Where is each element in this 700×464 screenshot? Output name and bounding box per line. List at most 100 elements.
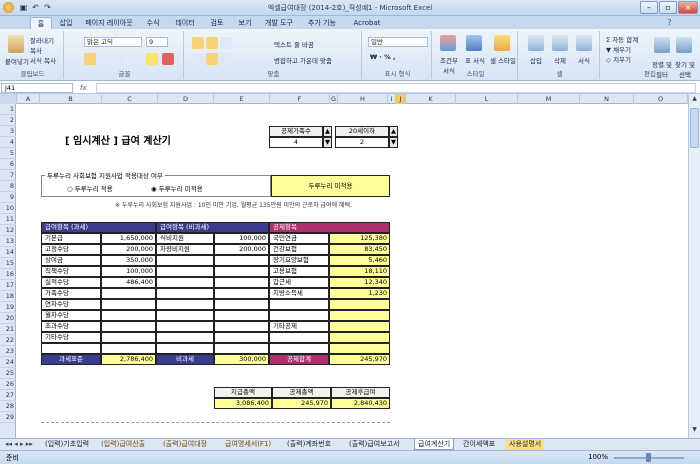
row-header[interactable]: 22 [0, 335, 16, 346]
tab-acrobat[interactable]: Acrobat [350, 17, 384, 29]
tab-addins[interactable]: 추가 기능 [305, 17, 339, 29]
tab-page-layout[interactable]: 페이지 레이아웃 [80, 17, 138, 29]
scroll-down-icon[interactable]: ▼ [690, 426, 699, 435]
row-header[interactable]: 29 [0, 412, 16, 423]
scroll-up-icon[interactable]: ▲ [690, 95, 699, 104]
column-header[interactable]: M [518, 94, 580, 104]
row-header[interactable]: 20 [0, 313, 16, 324]
cut-button[interactable]: 잘라내기 [30, 35, 54, 45]
row-value[interactable]: 200,000 [101, 244, 156, 255]
tab-home[interactable]: 홈 [30, 17, 52, 29]
merge-center-button[interactable]: 병합하고 가운데 맞춤 [274, 55, 332, 65]
row-value[interactable]: 350,000 [101, 255, 156, 266]
wrap-text-button[interactable]: 텍스트 줄 바꿈 [274, 39, 314, 49]
row-value[interactable] [329, 299, 390, 310]
row-value[interactable]: 486,400 [101, 277, 156, 288]
paste-button[interactable]: 붙여넣기 [5, 56, 29, 66]
radio-duru-apply[interactable]: ○ 두루누리 적용 [67, 183, 113, 193]
row-header[interactable]: 19 [0, 302, 16, 313]
close-button[interactable]: × [678, 1, 698, 14]
row-header[interactable]: 12 [0, 225, 16, 236]
row-value[interactable]: 83,450 [329, 244, 390, 255]
column-header[interactable]: F [270, 94, 330, 104]
row-value[interactable] [329, 310, 390, 321]
sheet-tab[interactable]: (출력)급여대장 [160, 439, 210, 450]
row-value[interactable] [101, 299, 156, 310]
bold-icon[interactable] [84, 53, 96, 65]
column-header[interactable]: C [102, 94, 158, 104]
column-header[interactable]: O [634, 94, 688, 104]
row-value[interactable] [214, 255, 269, 266]
sheet-tab[interactable]: 사용설명서 [506, 439, 545, 450]
row-value[interactable]: 100,000 [214, 233, 269, 244]
format-cells-button[interactable]: 서식 [578, 55, 590, 65]
column-header-selected[interactable]: J [396, 94, 406, 104]
currency-button[interactable]: ₩ · % , [370, 53, 395, 61]
autosum-button[interactable]: Σ 자동 합계 [606, 34, 638, 44]
row-value[interactable] [101, 332, 156, 343]
row-value[interactable] [214, 343, 269, 354]
clear-button[interactable]: ◇ 지우기 [606, 54, 631, 64]
row-value[interactable]: 12,340 [329, 277, 390, 288]
row-header[interactable]: 14 [0, 247, 16, 258]
zoom-level[interactable]: 100% [588, 453, 608, 461]
row-header[interactable]: 6 [0, 159, 16, 170]
copy-button[interactable]: 복사 [30, 45, 42, 55]
row-value[interactable] [214, 299, 269, 310]
row-value[interactable]: 125,380 [329, 233, 390, 244]
row-value[interactable] [214, 277, 269, 288]
help-icon[interactable]: ? [664, 17, 675, 28]
border-icon[interactable] [130, 53, 142, 65]
row-value[interactable] [214, 310, 269, 321]
column-header[interactable]: A [17, 94, 40, 104]
column-header[interactable]: D [158, 94, 214, 104]
table-format-button[interactable]: 표 서식 [464, 55, 486, 65]
row-header[interactable]: 10 [0, 203, 16, 214]
row-header[interactable]: 25 [0, 368, 16, 379]
fx-icon[interactable]: fx [80, 82, 87, 94]
row-header[interactable]: 11 [0, 214, 16, 225]
align-middle-icon[interactable] [206, 37, 218, 49]
align-bottom-icon[interactable] [220, 37, 232, 49]
row-header[interactable]: 2 [0, 115, 16, 126]
row-header[interactable]: 1 [0, 104, 16, 115]
row-value[interactable] [101, 321, 156, 332]
column-header[interactable]: E [214, 94, 270, 104]
spin-family-value[interactable]: 4 [269, 137, 323, 148]
row-header[interactable]: 8 [0, 181, 16, 192]
sheet-tab[interactable]: (출력)계좌번호 [284, 439, 334, 450]
underline-icon[interactable] [112, 53, 124, 65]
column-header[interactable]: K [406, 94, 456, 104]
align-center-icon[interactable] [206, 53, 218, 65]
row-value[interactable] [329, 321, 390, 332]
fill-color-icon[interactable] [146, 53, 158, 65]
row-value[interactable] [101, 343, 156, 354]
tab-nav-icon[interactable]: ◂◂ ◂ ▸ ▸▸ [2, 439, 36, 450]
tab-review[interactable]: 검토 [206, 17, 228, 29]
sheet-tab[interactable]: (출력)급여보고서 [346, 439, 403, 450]
row-value[interactable] [101, 310, 156, 321]
formula-input[interactable] [96, 83, 696, 93]
row-value[interactable] [101, 288, 156, 299]
radio-duru-not-apply[interactable]: ◉ 두루누리 미적용 [151, 183, 203, 193]
fill-button[interactable]: ▼ 채우기 [606, 44, 631, 54]
row-header[interactable]: 7 [0, 170, 16, 181]
row-value[interactable]: 1,230 [329, 288, 390, 299]
row-header[interactable]: 24 [0, 357, 16, 368]
tab-developer[interactable]: 개발 도구 [262, 17, 296, 29]
row-header[interactable]: 17 [0, 280, 16, 291]
align-right-icon[interactable] [220, 53, 232, 65]
sheet-tab[interactable]: (입력)급여산출 [98, 439, 148, 450]
column-header[interactable]: G [330, 94, 338, 104]
vertical-scrollbar[interactable]: ▲ ▼ [688, 94, 700, 438]
font-size-select[interactable]: 9 [146, 37, 168, 47]
column-header[interactable]: L [456, 94, 518, 104]
align-left-icon[interactable] [192, 53, 204, 65]
column-header[interactable]: N [580, 94, 634, 104]
spin-down-icon[interactable]: ▼ [323, 137, 332, 148]
row-value[interactable] [214, 332, 269, 343]
font-family-select[interactable]: 맑은 고딕 [84, 37, 142, 47]
tab-insert[interactable]: 삽입 [55, 17, 77, 29]
spin-up-icon[interactable]: ▲ [389, 126, 398, 137]
tab-formulas[interactable]: 수식 [142, 17, 164, 29]
